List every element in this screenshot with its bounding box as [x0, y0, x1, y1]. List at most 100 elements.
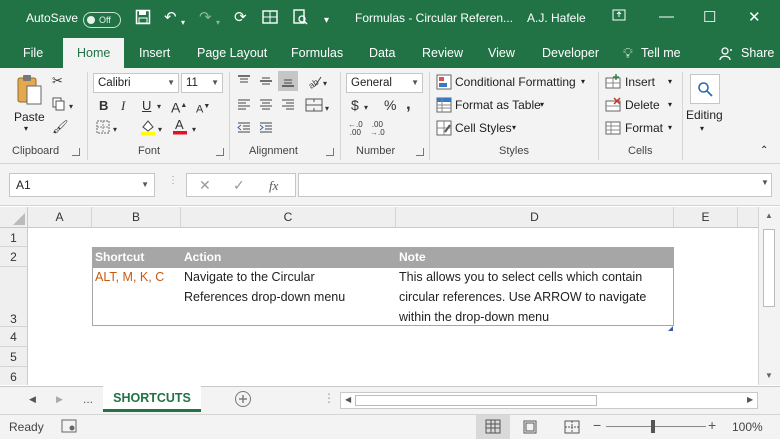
copy-icon[interactable]: [52, 97, 66, 115]
row-header-3[interactable]: 3: [0, 267, 28, 327]
page-layout-view-icon[interactable]: [522, 420, 538, 437]
copy-dropdown-icon[interactable]: ▾: [69, 99, 73, 115]
orientation-dropdown-icon[interactable]: ▾: [323, 76, 327, 92]
format-as-table-button[interactable]: Format as Table: [455, 98, 541, 112]
row-header-1[interactable]: 1: [0, 228, 28, 247]
tell-me-search[interactable]: Tell me: [641, 38, 681, 68]
column-header-d[interactable]: D: [396, 207, 674, 228]
paste-icon[interactable]: [12, 74, 46, 108]
collapse-ribbon-icon[interactable]: ⌃: [760, 145, 768, 156]
format-painter-icon[interactable]: 🖌︎: [52, 119, 69, 135]
insert-cells-dropdown-icon[interactable]: ▾: [668, 77, 672, 86]
row-header-5[interactable]: 5: [0, 347, 28, 367]
borders-dropdown-icon[interactable]: ▾: [113, 122, 117, 138]
close-icon[interactable]: ✕: [748, 8, 761, 26]
font-launcher-icon[interactable]: [216, 148, 224, 156]
horizontal-scroll-thumb[interactable]: [355, 395, 597, 406]
column-header-e[interactable]: E: [674, 207, 738, 228]
macro-recording-icon[interactable]: [61, 419, 77, 436]
name-box[interactable]: A1 ▼: [9, 173, 155, 197]
table-header-note[interactable]: Note: [396, 247, 674, 268]
decrease-font-icon[interactable]: A▼: [196, 99, 210, 118]
format-cells-dropdown-icon[interactable]: ▾: [668, 123, 672, 132]
orientation-icon[interactable]: ab: [306, 73, 322, 93]
scroll-down-icon[interactable]: ▼: [765, 371, 773, 380]
font-color-icon[interactable]: A: [172, 117, 188, 138]
merge-center-icon[interactable]: [305, 97, 323, 117]
sheet-prev-icon[interactable]: ◀: [29, 394, 36, 405]
scroll-up-icon[interactable]: ▲: [765, 211, 773, 220]
tab-page-layout[interactable]: Page Layout: [197, 38, 267, 68]
cell-styles-button[interactable]: Cell Styles: [455, 121, 512, 135]
sheet-ellipsis[interactable]: ...: [83, 392, 93, 406]
note-cell-line[interactable]: circular references. Use ARROW to naviga…: [399, 287, 646, 307]
vertical-scrollbar[interactable]: ▲ ▼: [758, 207, 780, 385]
note-cell-line[interactable]: This allows you to select cells which co…: [399, 267, 642, 287]
delete-cells-button[interactable]: Delete: [625, 98, 660, 112]
editing-dropdown-icon[interactable]: ▾: [700, 124, 704, 133]
align-left-icon[interactable]: [236, 98, 252, 116]
action-cell-line[interactable]: Navigate to the Circular: [184, 267, 315, 287]
increase-indent-icon[interactable]: [258, 121, 274, 139]
editing-button[interactable]: Editing: [686, 108, 723, 122]
tab-formulas[interactable]: Formulas: [291, 38, 343, 68]
table-header-action[interactable]: Action: [181, 247, 396, 268]
enter-check-icon[interactable]: ✓: [233, 177, 245, 194]
table-icon[interactable]: [262, 9, 278, 30]
cut-icon[interactable]: ✂: [52, 73, 63, 89]
minimize-icon[interactable]: —: [659, 8, 674, 25]
column-header-b[interactable]: B: [92, 207, 181, 228]
align-bottom-icon[interactable]: [278, 71, 298, 91]
font-name-select[interactable]: Calibri ▼: [93, 73, 179, 93]
maximize-icon[interactable]: ☐: [703, 8, 716, 26]
fill-color-dropdown-icon[interactable]: ▾: [158, 122, 162, 138]
align-top-icon[interactable]: [236, 74, 252, 92]
number-launcher-icon[interactable]: [416, 148, 424, 156]
tab-developer[interactable]: Developer: [542, 38, 599, 68]
print-preview-icon[interactable]: [292, 9, 308, 30]
font-color-dropdown-icon[interactable]: ▾: [192, 122, 196, 138]
table-resize-handle-icon[interactable]: [668, 320, 673, 331]
action-cell-line[interactable]: References drop-down menu: [184, 287, 345, 307]
accounting-format-icon[interactable]: $: [351, 97, 359, 113]
column-header-c[interactable]: C: [181, 207, 396, 228]
borders-icon[interactable]: [96, 120, 110, 138]
refresh-icon[interactable]: ⟳: [234, 9, 247, 27]
italic-icon[interactable]: I: [121, 98, 125, 114]
zoom-out-icon[interactable]: −: [593, 417, 601, 433]
sheet-tab-shortcuts[interactable]: SHORTCUTS: [103, 386, 201, 412]
accounting-dropdown-icon[interactable]: ▾: [364, 100, 368, 116]
vertical-scroll-thumb[interactable]: [763, 229, 775, 307]
customize-toolbar-icon[interactable]: ▾: [324, 12, 329, 30]
percent-icon[interactable]: %: [384, 97, 396, 113]
select-all-button[interactable]: [0, 207, 28, 228]
underline-dropdown-icon[interactable]: ▾: [157, 99, 161, 115]
align-right-icon[interactable]: [280, 98, 296, 116]
insert-function-icon[interactable]: fx: [269, 178, 278, 194]
worksheet-grid[interactable]: A B C D E 1 2 3 4 5 6 Shortcut Action No…: [0, 207, 780, 385]
zoom-level[interactable]: 100%: [732, 420, 763, 434]
page-break-view-icon[interactable]: [564, 420, 580, 437]
row-header-6[interactable]: 6: [0, 367, 28, 385]
underline-icon[interactable]: U: [142, 98, 151, 114]
tab-home[interactable]: Home: [63, 38, 125, 68]
sheet-next-icon[interactable]: ▶: [56, 394, 63, 405]
row-header-2[interactable]: 2: [0, 247, 28, 267]
save-icon[interactable]: [135, 9, 151, 30]
expand-formula-bar-icon[interactable]: ▼: [761, 178, 769, 187]
increase-font-icon[interactable]: A▲: [171, 98, 187, 116]
format-as-table-dropdown-icon[interactable]: ▾: [540, 100, 544, 109]
clipboard-launcher-icon[interactable]: [72, 148, 80, 156]
note-cell-line[interactable]: within the drop-down menu: [399, 307, 549, 327]
add-sheet-icon[interactable]: [234, 390, 252, 411]
scroll-left-icon[interactable]: ◀: [345, 395, 351, 404]
alignment-launcher-icon[interactable]: [326, 148, 334, 156]
user-name[interactable]: A.J. Hafele: [527, 11, 586, 25]
zoom-slider-thumb[interactable]: [651, 420, 655, 433]
insert-cells-button[interactable]: Insert: [625, 75, 655, 89]
cancel-icon[interactable]: ✕: [199, 177, 211, 194]
shortcut-cell[interactable]: ALT, M, K, C: [95, 267, 164, 287]
conditional-formatting-dropdown-icon[interactable]: ▾: [581, 77, 585, 86]
font-size-select[interactable]: 11 ▼: [181, 73, 223, 93]
ribbon-display-icon[interactable]: [612, 8, 626, 26]
